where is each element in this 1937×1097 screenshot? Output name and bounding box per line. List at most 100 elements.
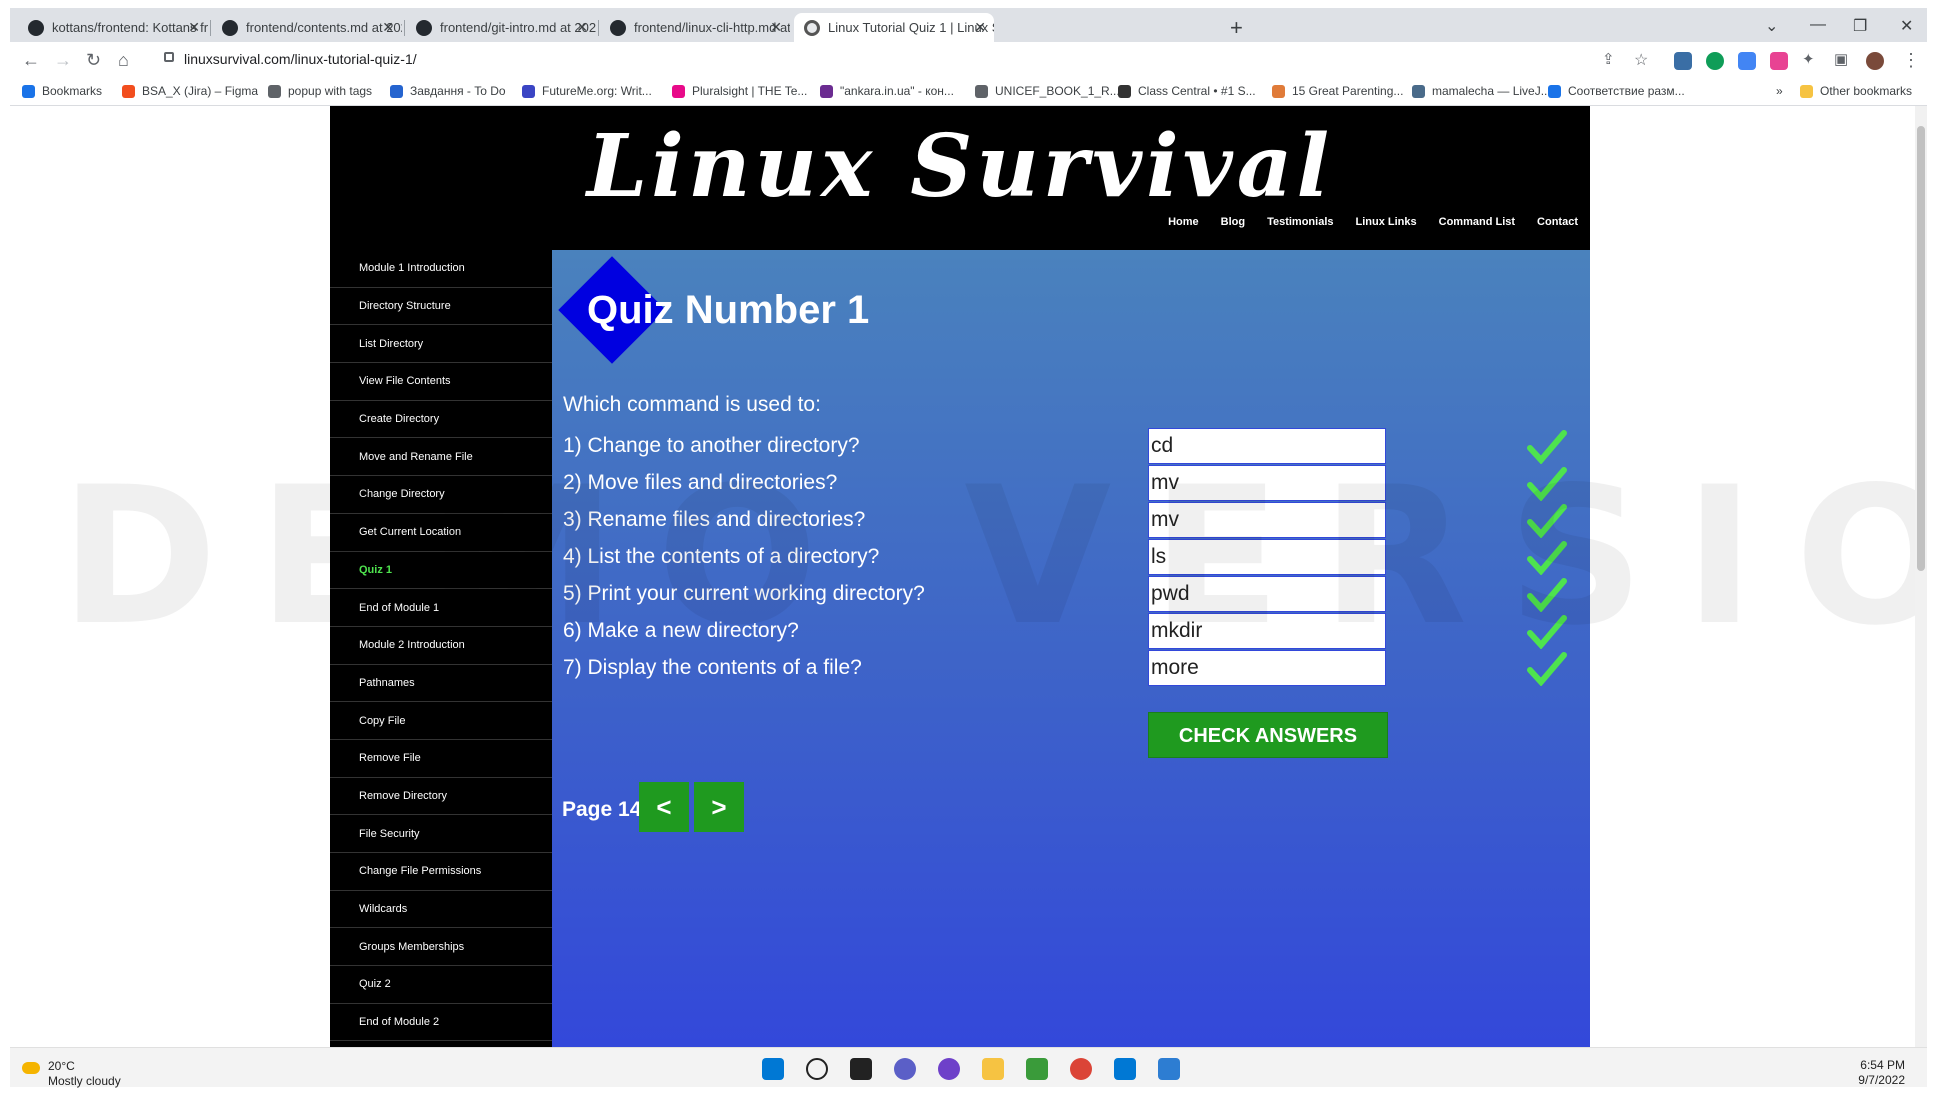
prev-page-button[interactable]: < <box>639 782 689 832</box>
close-tab-icon[interactable]: ✕ <box>974 19 986 36</box>
scrollbar-thumb[interactable] <box>1917 126 1925 571</box>
new-tab-button[interactable]: + <box>1230 15 1243 41</box>
bookmark-item[interactable]: "ankara.in.ua" - кон... <box>820 84 954 98</box>
translate-icon[interactable] <box>1738 52 1756 70</box>
nav-command-list[interactable]: Command List <box>1439 216 1515 228</box>
sidebar-item-change-file-permissions[interactable]: Change File Permissions <box>330 853 552 891</box>
sidebar-item-move-and-rename-file[interactable]: Move and Rename File <box>330 438 552 477</box>
sidebar-item-quiz-2[interactable]: Quiz 2 <box>330 966 552 1004</box>
search-icon[interactable] <box>806 1058 828 1080</box>
other-bookmarks[interactable]: Other bookmarks <box>1800 84 1912 98</box>
sidebar-item-end-of-module-1[interactable]: End of Module 1 <box>330 589 552 627</box>
nav-home[interactable]: Home <box>1168 216 1199 228</box>
bookmark-item[interactable]: UNICEF_BOOK_1_R... <box>975 84 1120 98</box>
avatar[interactable] <box>1866 52 1884 70</box>
tab-kottans[interactable]: kottans/frontend: Kottans fronte ✕ <box>18 13 208 42</box>
puzzle-icon[interactable]: ✦ <box>1802 50 1815 68</box>
bookmark-item[interactable]: Соответствие разм... <box>1548 84 1685 98</box>
tab-linux-quiz[interactable]: Linux Tutorial Quiz 1 | Linux Surv ✕ <box>794 13 994 42</box>
bookmark-item[interactable]: Bookmarks <box>22 84 102 98</box>
weather-widget[interactable]: 20°C Mostly cloudy <box>48 1059 121 1089</box>
sidebar-item-copy-file[interactable]: Copy File <box>330 702 552 740</box>
tab-git-intro[interactable]: frontend/git-intro.md at 2022_U ✕ <box>406 13 596 42</box>
nav-blog[interactable]: Blog <box>1221 216 1245 228</box>
reload-icon[interactable]: ↻ <box>86 50 101 71</box>
close-window-button[interactable]: ✕ <box>1900 16 1913 36</box>
clock[interactable]: 6:54 PM 9/7/2022 <box>1858 1058 1905 1088</box>
answer-input[interactable]: mv <box>1148 502 1386 538</box>
app-icon[interactable] <box>1026 1058 1048 1080</box>
answer-input[interactable]: more <box>1148 650 1386 686</box>
start-icon[interactable] <box>762 1058 784 1080</box>
bookmark-item[interactable]: popup with tags <box>268 84 372 98</box>
bookmark-favicon-icon <box>1548 84 1561 98</box>
vscode-icon[interactable] <box>1114 1058 1136 1080</box>
nav-testimonials[interactable]: Testimonials <box>1267 216 1333 228</box>
sidebar-item-list-directory[interactable]: List Directory <box>330 325 552 364</box>
sidebar-item-groups-memberships[interactable]: Groups Memberships <box>330 928 552 967</box>
close-tab-icon[interactable]: ✕ <box>576 19 588 36</box>
sidebar-item-remove-file[interactable]: Remove File <box>330 740 552 778</box>
browser-toolbar: ← → ↻ ⌂ linuxsurvival.com/linux-tutorial… <box>10 42 1927 80</box>
tab-contents[interactable]: frontend/contents.md at 2022_U ✕ <box>212 13 402 42</box>
bookmark-item[interactable]: FutureMe.org: Writ... <box>522 84 652 98</box>
sidebar-item-wildcards[interactable]: Wildcards <box>330 891 552 929</box>
github-desktop-icon[interactable] <box>938 1058 960 1080</box>
check-answers-button[interactable]: CHECK ANSWERS <box>1148 712 1388 758</box>
share-icon[interactable]: ⇪ <box>1602 50 1615 68</box>
answer-input[interactable]: mv <box>1148 465 1386 501</box>
bookmark-item[interactable]: mamalecha — LiveJ... <box>1412 84 1551 98</box>
home-icon[interactable]: ⌂ <box>118 50 129 71</box>
restore-button[interactable]: ❐ <box>1853 16 1867 36</box>
sidebar-item-file-security[interactable]: File Security <box>330 815 552 853</box>
bookmark-item[interactable]: Pluralsight | THE Te... <box>672 84 807 98</box>
bookmark-item[interactable]: Завдання - To Do <box>390 84 506 98</box>
bookmark-item[interactable]: BSA_X (Jira) – Figma <box>122 84 258 98</box>
sidebar-item-get-current-location[interactable]: Get Current Location <box>330 514 552 552</box>
bookmark-favicon-icon <box>820 84 833 98</box>
bookmark-star-icon[interactable]: ☆ <box>1634 50 1648 70</box>
page-scrollbar[interactable] <box>1915 106 1927 1047</box>
extension-icon[interactable] <box>1770 52 1788 70</box>
back-icon[interactable]: ← <box>22 50 40 71</box>
answer-input[interactable]: cd <box>1148 428 1386 464</box>
sidebar-item-quiz-1[interactable]: Quiz 1 <box>330 552 552 590</box>
site-logo[interactable]: Linux Survival <box>330 116 1590 217</box>
powershell-icon[interactable] <box>1158 1058 1180 1080</box>
menu-icon[interactable]: ⋮ <box>1902 50 1920 71</box>
tab-linux-cli[interactable]: frontend/linux-cli-http.md at 202 ✕ <box>600 13 790 42</box>
close-tab-icon[interactable]: ✕ <box>188 19 200 36</box>
bookmark-item[interactable]: 15 Great Parenting... <box>1272 84 1403 98</box>
sidebar-item-directory-structure[interactable]: Directory Structure <box>330 288 552 326</box>
answer-input[interactable]: ls <box>1148 539 1386 575</box>
sidebar-item-module-1-introduction[interactable]: Module 1 Introduction <box>330 250 552 288</box>
more-bookmarks-button[interactable]: » <box>1776 84 1783 98</box>
nav-contact[interactable]: Contact <box>1537 216 1578 228</box>
forward-icon[interactable]: → <box>54 50 72 71</box>
answer-input[interactable]: pwd <box>1148 576 1386 612</box>
sidepanel-icon[interactable]: ▣ <box>1834 50 1848 68</box>
checkmark-icon <box>1527 504 1567 538</box>
nav-linux-links[interactable]: Linux Links <box>1356 216 1417 228</box>
extension-icon[interactable] <box>1706 52 1724 70</box>
sidebar-item-module-2-introduction[interactable]: Module 2 Introduction <box>330 627 552 665</box>
sidebar-item-end-of-module-2[interactable]: End of Module 2 <box>330 1004 552 1042</box>
task-view-icon[interactable] <box>850 1058 872 1080</box>
sidebar-item-pathnames[interactable]: Pathnames <box>330 665 552 703</box>
minimize-button[interactable]: — <box>1810 16 1826 34</box>
extension-icon[interactable] <box>1674 52 1692 70</box>
sidebar-item-view-file-contents[interactable]: View File Contents <box>330 363 552 401</box>
next-page-button[interactable]: > <box>694 782 744 832</box>
bookmark-item[interactable]: Class Central • #1 S... <box>1118 84 1256 98</box>
answer-input[interactable]: mkdir <box>1148 613 1386 649</box>
chrome-icon[interactable] <box>1070 1058 1092 1080</box>
sidebar-item-create-directory[interactable]: Create Directory <box>330 401 552 439</box>
close-tab-icon[interactable]: ✕ <box>770 19 782 36</box>
close-tab-icon[interactable]: ✕ <box>382 19 394 36</box>
file-explorer-icon[interactable] <box>982 1058 1004 1080</box>
sidebar-item-change-directory[interactable]: Change Directory <box>330 476 552 514</box>
tab-search-icon[interactable]: ⌄ <box>1765 16 1778 36</box>
chat-icon[interactable] <box>894 1058 916 1080</box>
sidebar-item-remove-directory[interactable]: Remove Directory <box>330 778 552 816</box>
address-bar[interactable]: linuxsurvival.com/linux-tutorial-quiz-1/ <box>160 46 1640 74</box>
